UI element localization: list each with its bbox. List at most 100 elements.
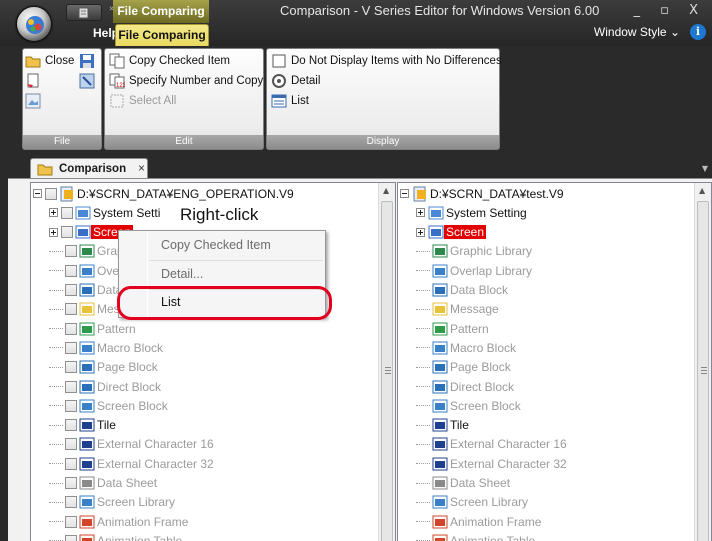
checkbox[interactable] (65, 380, 77, 393)
tree-item[interactable]: Data Sheet (49, 474, 159, 493)
checkbox[interactable] (61, 206, 73, 219)
expand-icon[interactable] (416, 208, 425, 218)
checkbox[interactable] (65, 341, 77, 354)
tree-item[interactable]: Screen Library (49, 493, 177, 512)
tree-item[interactable]: External Character 16 (49, 435, 216, 454)
expand-icon[interactable] (49, 227, 58, 237)
help-info-icon[interactable]: i (690, 24, 706, 40)
tree-item[interactable]: Animation Table (416, 531, 537, 541)
tab-file-comparing[interactable]: File Comparing (115, 24, 209, 46)
tree-item[interactable]: Graphic Library (416, 242, 534, 261)
tree-item[interactable]: Direct Block (416, 377, 516, 396)
tree-item[interactable]: Animation Frame (49, 512, 190, 531)
tree-item[interactable]: Data Block (416, 281, 510, 300)
collapse-icon[interactable] (400, 189, 409, 198)
checkbox[interactable] (65, 534, 77, 541)
select-all-button[interactable]: Select All (109, 93, 176, 109)
expand-icon[interactable] (416, 227, 425, 237)
do-not-display-label: Do Not Display Items with No Differences (291, 55, 502, 67)
checkbox[interactable] (45, 187, 57, 200)
left-scrollbar[interactable]: ▲ (378, 183, 395, 541)
tree-item[interactable]: Animation Table (49, 531, 184, 541)
context-menu-copy-checked-item[interactable]: Copy Checked Item (161, 238, 271, 252)
open-button[interactable] (25, 73, 41, 89)
context-menu-detail[interactable]: Detail... (161, 267, 203, 281)
right-scrollbar[interactable]: ▲ (694, 183, 711, 541)
tree-item[interactable]: Tile (416, 416, 471, 435)
tree-item[interactable]: Pattern (416, 319, 491, 338)
right-file-tree[interactable]: D:¥SCRN_DATA¥test.V9 System Setting Screen… (397, 182, 712, 541)
tree-item[interactable]: Direct Block (49, 377, 163, 396)
tree-connector (49, 250, 63, 252)
tree-item[interactable]: Tile (49, 416, 118, 435)
right-tree-root[interactable]: D:¥SCRN_DATA¥test.V9 (400, 184, 566, 203)
detail-button[interactable]: Detail (271, 73, 320, 89)
document-icon (78, 7, 89, 19)
tree-item-label: External Character 32 (97, 456, 214, 471)
checkbox[interactable] (65, 496, 77, 509)
tree-item[interactable]: Screen Block (49, 396, 170, 415)
tree-item[interactable]: Page Block (49, 358, 160, 377)
checkbox[interactable] (65, 515, 77, 528)
specify-number-and-copy-button[interactable]: 123 Specify Number and Copy (109, 73, 263, 89)
tree-item[interactable]: Screen Library (416, 493, 530, 512)
scroll-thumb[interactable] (697, 201, 709, 541)
tree-item-label: Tile (450, 418, 469, 433)
tree-item[interactable]: Screen Block (416, 396, 523, 415)
scroll-up-icon[interactable]: ▲ (699, 186, 705, 195)
scroll-thumb[interactable] (381, 201, 393, 541)
tree-item[interactable]: Screen (416, 223, 487, 242)
close-button[interactable]: Close (25, 53, 74, 69)
expand-icon[interactable] (49, 208, 58, 218)
tree-item[interactable]: System Setti (49, 203, 162, 222)
checkbox[interactable] (65, 284, 77, 296)
select-all-icon (109, 93, 125, 109)
tree-item[interactable]: Macro Block (416, 338, 518, 357)
window-controls[interactable]: _ ▫ X (634, 3, 706, 18)
collapse-icon[interactable] (33, 189, 42, 198)
copy-checked-item-button[interactable]: Copy Checked Item (109, 53, 230, 69)
tree-item[interactable]: System Setting (416, 203, 529, 222)
tree-item[interactable]: Data Sheet (416, 474, 512, 493)
checkbox[interactable] (65, 303, 77, 316)
tree-item[interactable]: Message (416, 300, 501, 319)
checkbox[interactable] (65, 322, 77, 335)
tree-item[interactable]: External Character 32 (416, 454, 569, 473)
tree-item[interactable]: Data (49, 281, 124, 300)
tab-comparison[interactable]: Comparison × (30, 158, 148, 178)
checkbox[interactable] (65, 399, 77, 412)
compare-button[interactable] (79, 73, 95, 89)
checkbox[interactable] (65, 361, 77, 374)
window-style-menu[interactable]: Window Style ⌄ (594, 25, 680, 39)
do-not-display-checkbox[interactable]: Do Not Display Items with No Differences (271, 53, 502, 69)
save-button[interactable] (79, 53, 95, 69)
close-tab-icon[interactable]: × (138, 163, 145, 175)
print-button[interactable] (25, 93, 41, 109)
checkbox[interactable] (65, 264, 77, 277)
tree-item-label: System Setting (446, 205, 527, 220)
tree-item[interactable]: Pattern (49, 319, 138, 338)
checkbox[interactable] (65, 419, 77, 432)
tree-item[interactable]: Overlap Library (416, 261, 534, 280)
tab-list-dropdown-icon[interactable]: ▼ (702, 164, 708, 173)
tree-connector (49, 366, 63, 368)
left-tree-root[interactable]: D:¥SCRN_DATA¥ENG_OPERATION.V9 (33, 184, 296, 203)
application-menu-button[interactable] (16, 6, 52, 42)
checkbox[interactable] (65, 457, 77, 470)
checkbox[interactable] (65, 245, 77, 258)
checkbox[interactable] (61, 226, 73, 239)
checkbox[interactable] (65, 477, 77, 489)
tree-item[interactable]: External Character 16 (416, 435, 569, 454)
tree-connector (416, 443, 430, 445)
right-click-annotation: Right-click (178, 205, 261, 225)
list-button[interactable]: List (271, 93, 309, 109)
tree-item[interactable]: Page Block (416, 358, 513, 377)
quick-access-button[interactable] (66, 4, 102, 21)
tree-item[interactable]: Macro Block (49, 338, 165, 357)
tree-item[interactable]: Animation Frame (416, 512, 543, 531)
tree-item-icon (79, 301, 95, 317)
tree-connector (49, 386, 63, 387)
checkbox[interactable] (65, 438, 77, 451)
scroll-up-icon[interactable]: ▲ (383, 186, 389, 195)
tree-item[interactable]: External Character 32 (49, 454, 216, 473)
